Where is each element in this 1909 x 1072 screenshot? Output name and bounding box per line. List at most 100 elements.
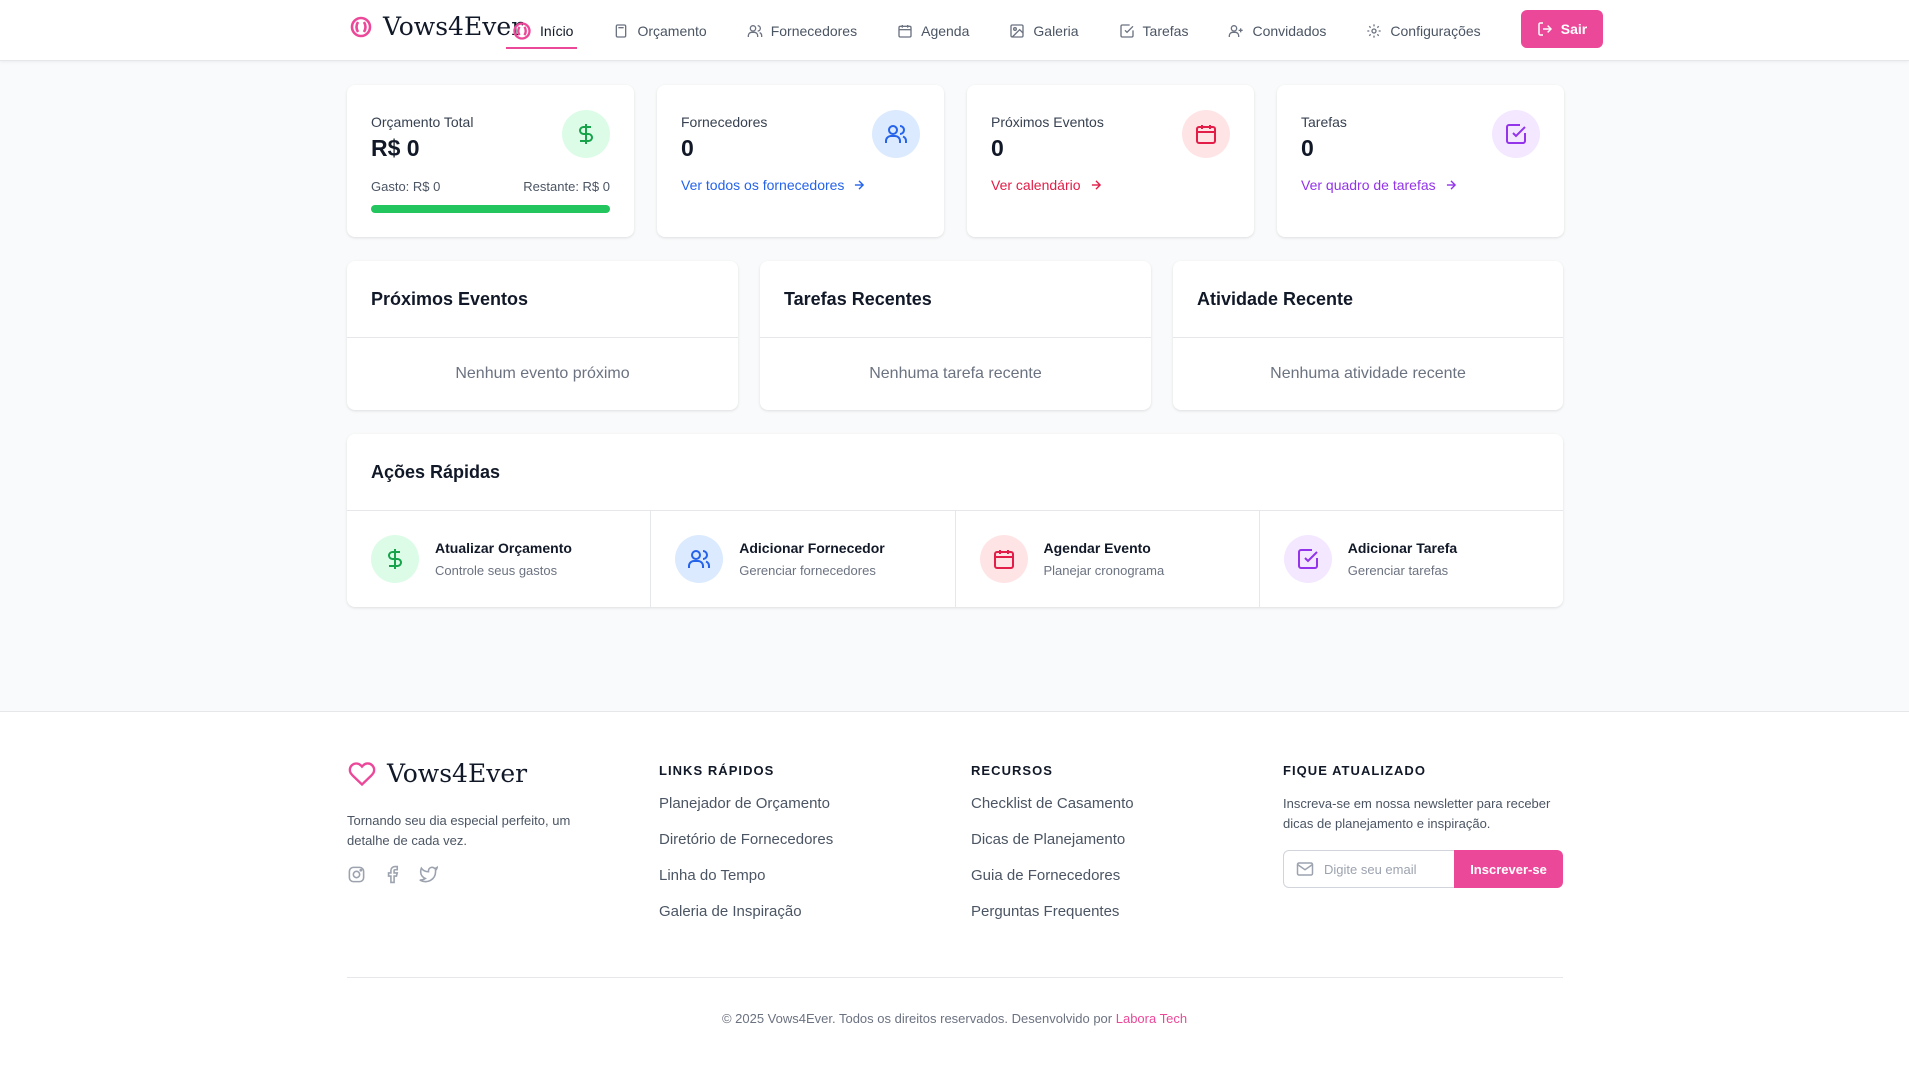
nav-item-fornecedores[interactable]: Fornecedores (747, 0, 857, 61)
action-add-task[interactable]: Adicionar Tarefa Gerenciar tarefas (1260, 511, 1563, 607)
recent-activity-panel: Atividade Recente Nenhuma atividade rece… (1173, 261, 1563, 410)
footer-brand[interactable]: Vows4Ever (347, 759, 527, 788)
calculator-icon (616, 23, 627, 38)
budget-breakdown: Gasto: R$ 0 Restante: R$ 0 (371, 179, 610, 194)
users-icon (688, 550, 711, 568)
upcoming-events-panel: Próximos Eventos Nenhum evento próximo (347, 261, 738, 410)
footer: Vows4Ever Tornando seu dia especial perf… (0, 711, 1909, 1072)
budget-progress-bar (371, 205, 610, 213)
nav-links: Início Orçamento Fornecedores Agenda Gal… (505, 0, 1521, 61)
events-card: Próximos Eventos 0 Ver calendário (967, 85, 1254, 237)
empty-state: Nenhuma atividade recente (1270, 365, 1466, 382)
action-add-vendor[interactable]: Adicionar Fornecedor Gerenciar fornecedo… (651, 511, 956, 607)
resources-column: RECURSOS Checklist de Casamento Dicas de… (971, 763, 1134, 937)
checkbox-icon (1506, 124, 1526, 144)
action-title: Adicionar Fornecedor (739, 540, 885, 556)
budget-spent: Gasto: R$ 0 (371, 179, 441, 194)
column-title: FIQUE ATUALIZADO (1283, 763, 1427, 778)
footer-link[interactable]: Dicas de Planejamento (971, 829, 1134, 865)
footer-link[interactable]: Guia de Fornecedores (971, 865, 1134, 901)
nav-item-galeria[interactable]: Galeria (1009, 0, 1079, 61)
action-title: Adicionar Tarefa (1347, 540, 1458, 556)
nav-item-orcamento[interactable]: Orçamento (613, 0, 707, 61)
calendar-icon (993, 550, 1014, 569)
nav-item-configuracoes[interactable]: Configurações (1366, 0, 1481, 61)
top-navbar: Vows4Ever Início Orçamento Fornecedores … (0, 0, 1909, 61)
nav-item-tarefas[interactable]: Tarefas (1119, 0, 1189, 61)
quick-actions-title: Ações Rápidas (347, 434, 1563, 511)
action-subtitle: Controle seus gastos (435, 563, 558, 578)
calendar-icon (1196, 125, 1216, 144)
logout-button[interactable]: Sair (1521, 10, 1603, 48)
events-icon-badge (1182, 110, 1230, 158)
action-title: Atualizar Orçamento (435, 540, 572, 556)
nav-item-label: Orçamento (637, 22, 707, 39)
recent-tasks-panel: Tarefas Recentes Nenhuma tarefa recente (760, 261, 1151, 410)
nav-item-label: Tarefas (1142, 22, 1189, 39)
arrow-right-icon (1446, 180, 1456, 190)
action-subtitle: Gerenciar tarefas (1347, 563, 1449, 578)
footer-link[interactable]: Linha do Tempo (659, 865, 833, 901)
tasks-card: Tarefas 0 Ver quadro de tarefas (1277, 85, 1564, 237)
vendors-link[interactable]: Ver todos os fornecedores (681, 177, 866, 193)
action-icon-badge (675, 535, 724, 583)
events-link-label: Ver calendário (991, 177, 1081, 193)
events-link[interactable]: Ver calendário (991, 177, 1103, 193)
footer-tagline: Tornando seu dia especial perfeito, um d… (347, 813, 571, 848)
nav-item-label: Convidados (1252, 22, 1327, 39)
footer-link[interactable]: Checklist de Casamento (971, 793, 1134, 829)
email-field[interactable]: Digite seu email (1283, 850, 1454, 888)
nav-item-label: Fornecedores (770, 22, 858, 39)
nav-item-agenda[interactable]: Agenda (897, 0, 969, 61)
panel-title: Próximos Eventos (347, 261, 738, 338)
newsletter-form: Digite seu email Inscrever-se (1283, 850, 1573, 888)
action-icon-badge (1283, 535, 1332, 583)
action-icon-badge (371, 535, 419, 583)
budget-icon-badge (562, 110, 610, 158)
action-update-budget[interactable]: Atualizar Orçamento Controle seus gastos (347, 511, 652, 607)
footer-link[interactable]: Planejador de Orçamento (659, 793, 833, 829)
copyright: © 2025 Vows4Ever. Todos os direitos rese… (0, 1011, 1909, 1026)
subscribe-button[interactable]: Inscrever-se (1454, 850, 1563, 888)
nav-item-convidados[interactable]: Convidados (1228, 0, 1326, 61)
vendors-card: Fornecedores 0 Ver todos os fornecedores (657, 85, 944, 237)
instagram-icon[interactable] (347, 865, 366, 884)
mail-icon (1296, 862, 1314, 876)
empty-state: Nenhuma tarefa recente (869, 365, 1042, 382)
nav-item-label: Início (540, 22, 574, 39)
rings-icon (350, 16, 372, 37)
rings-icon (513, 21, 531, 40)
arrow-right-icon (855, 180, 865, 190)
column-title: RECURSOS (971, 763, 1053, 778)
footer-link[interactable]: Galeria de Inspiração (659, 901, 833, 937)
copyright-text: © 2025 Vows4Ever. Todos os direitos rese… (721, 1011, 1113, 1026)
brand-name: Vows4Ever (383, 12, 524, 41)
logout-icon (1538, 22, 1552, 36)
quick-links-column: LINKS RÁPIDOS Planejador de Orçamento Di… (659, 763, 833, 937)
panel-title: Atividade Recente (1173, 261, 1563, 338)
facebook-icon[interactable] (383, 865, 402, 884)
credit-link[interactable]: Labora Tech (1116, 1011, 1187, 1026)
action-schedule-event[interactable]: Agendar Evento Planejar cronograma (956, 511, 1260, 607)
budget-card: Orçamento Total R$ 0 Gasto: R$ 0 Restant… (347, 85, 634, 237)
panel-title: Tarefas Recentes (760, 261, 1151, 338)
checkbox-icon (1297, 549, 1318, 569)
nav-item-inicio[interactable]: Início (505, 0, 578, 61)
footer-link[interactable]: Diretório de Fornecedores (659, 829, 833, 865)
tasks-link[interactable]: Ver quadro de tarefas (1301, 177, 1458, 193)
vendors-icon-badge (872, 110, 920, 158)
tasks-icon-badge (1492, 110, 1540, 158)
action-icon-badge (979, 535, 1028, 583)
social-links (347, 865, 438, 884)
dollar-icon (579, 124, 593, 144)
heart-icon (348, 761, 376, 786)
users-icon (747, 24, 763, 37)
action-subtitle: Planejar cronograma (1043, 563, 1165, 578)
twitter-icon[interactable] (419, 865, 438, 884)
brand-logo[interactable]: Vows4Ever (349, 12, 523, 41)
gear-icon (1367, 23, 1382, 38)
nav-item-label: Galeria (1033, 22, 1079, 39)
logout-label: Sair (1560, 21, 1588, 37)
newsletter-column: FIQUE ATUALIZADO Inscreva-se em nossa ne… (1283, 763, 1573, 888)
footer-link[interactable]: Perguntas Frequentes (971, 901, 1134, 937)
